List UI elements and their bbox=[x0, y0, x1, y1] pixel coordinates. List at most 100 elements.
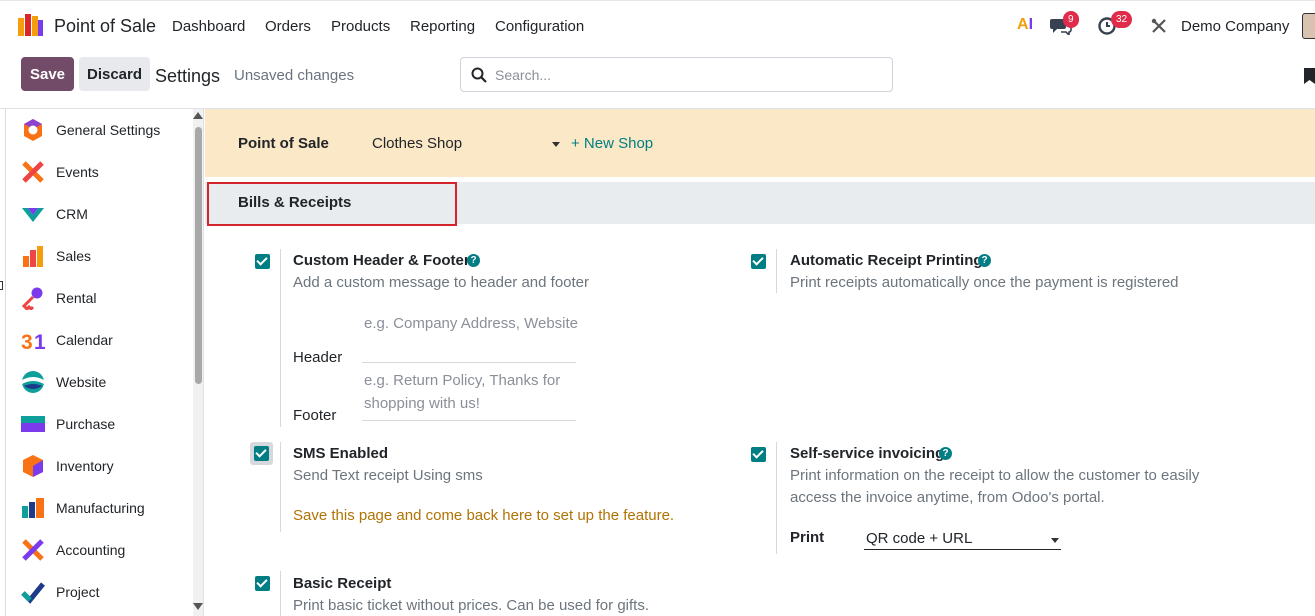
sales-icon bbox=[21, 244, 45, 268]
self-service-invoicing-desc: Print information on the receipt to allo… bbox=[790, 465, 1199, 509]
print-mode-select[interactable]: QR code + URL bbox=[866, 530, 972, 547]
activities-badge: 32 bbox=[1111, 11, 1133, 28]
sms-setup-warning: Save this page and come back here to set… bbox=[293, 507, 675, 524]
rental-icon bbox=[21, 286, 45, 312]
sidebar-item-label: CRM bbox=[56, 206, 88, 222]
option-divider bbox=[776, 442, 777, 554]
nav-reporting[interactable]: Reporting bbox=[410, 18, 475, 35]
basic-receipt-checkbox[interactable] bbox=[255, 576, 270, 591]
company-switcher[interactable]: Demo Company bbox=[1181, 18, 1289, 35]
sidebar-item-label: Accounting bbox=[56, 542, 126, 558]
sidebar-item-inventory[interactable]: Inventory bbox=[6, 445, 191, 487]
automatic-receipt-printing-title: Automatic Receipt Printing bbox=[790, 252, 983, 269]
bookmark-icon[interactable] bbox=[1304, 68, 1315, 87]
shop-select[interactable]: Clothes Shop bbox=[372, 135, 562, 152]
sidebar-item-manufacturing[interactable]: Manufacturing bbox=[6, 487, 191, 529]
sidebar-item-rental[interactable]: Rental bbox=[6, 277, 191, 319]
basic-receipt-title: Basic Receipt bbox=[293, 575, 392, 592]
sidebar-item-calendar[interactable]: 3 1 Calendar bbox=[6, 319, 191, 361]
sidebar-item-website[interactable]: Website bbox=[6, 361, 191, 403]
accounting-icon bbox=[21, 538, 45, 562]
section-highlight-box bbox=[207, 182, 457, 226]
manufacturing-icon bbox=[21, 496, 45, 520]
sidebar-item-accounting[interactable]: Accounting bbox=[6, 529, 191, 571]
new-shop-button[interactable]: + New Shop bbox=[571, 135, 653, 152]
custom-header-footer-checkbox[interactable] bbox=[255, 254, 270, 269]
debug-tools-icon[interactable] bbox=[1150, 17, 1168, 38]
point-of-sale-app-icon[interactable] bbox=[18, 14, 44, 36]
svg-text:3: 3 bbox=[21, 331, 33, 352]
shop-select-caret-icon[interactable] bbox=[552, 142, 560, 147]
print-select-caret-icon[interactable] bbox=[1051, 538, 1059, 543]
header-field-underline bbox=[362, 362, 576, 363]
search-bar[interactable] bbox=[460, 57, 893, 92]
footer-label: Footer bbox=[293, 407, 337, 424]
sidebar-item-sales[interactable]: Sales bbox=[6, 235, 191, 277]
nav-orders[interactable]: Orders bbox=[265, 18, 311, 35]
nav-products[interactable]: Products bbox=[331, 18, 390, 35]
website-icon bbox=[21, 370, 45, 394]
sidebar-item-label: General Settings bbox=[56, 122, 161, 138]
automatic-receipt-printing-checkbox[interactable] bbox=[751, 254, 766, 269]
print-label: Print bbox=[790, 529, 825, 546]
scroll-down-arrow-icon[interactable] bbox=[193, 603, 203, 610]
search-input[interactable] bbox=[495, 65, 875, 85]
self-service-invoicing-checkbox[interactable] bbox=[751, 447, 766, 462]
purchase-icon bbox=[21, 412, 45, 436]
discard-button[interactable]: Discard bbox=[79, 57, 150, 91]
sidebar-item-general-settings[interactable]: General Settings bbox=[6, 109, 191, 151]
sidebar-item-label: Inventory bbox=[56, 458, 114, 474]
app-name[interactable]: Point of Sale bbox=[54, 16, 156, 37]
sidebar-item-crm[interactable]: CRM bbox=[6, 193, 191, 235]
option-divider bbox=[280, 249, 281, 427]
scroll-up-arrow-icon[interactable] bbox=[193, 112, 203, 119]
print-select-underline bbox=[864, 549, 1061, 550]
sidebar-item-events[interactable]: Events bbox=[6, 151, 191, 193]
sidebar-item-project[interactable]: Project bbox=[6, 571, 191, 613]
general-settings-icon bbox=[21, 118, 45, 142]
sidebar-item-label: Project bbox=[56, 584, 100, 600]
messages-badge: 9 bbox=[1063, 11, 1079, 28]
help-icon[interactable]: ? bbox=[467, 254, 480, 267]
nav-dashboard[interactable]: Dashboard bbox=[172, 18, 245, 35]
help-icon[interactable]: ? bbox=[939, 447, 952, 460]
unsaved-status: Unsaved changes bbox=[234, 67, 355, 84]
save-button[interactable]: Save bbox=[21, 57, 74, 91]
footer-field-underline bbox=[362, 420, 576, 421]
top-navbar: Point of Sale Dashboard Orders Products … bbox=[0, 0, 1315, 50]
self-service-invoicing-title: Self-service invoicing bbox=[790, 445, 945, 462]
automatic-receipt-printing-desc: Print receipts automatically once the pa… bbox=[790, 274, 1179, 291]
help-icon[interactable]: ? bbox=[978, 254, 991, 267]
sidebar-item-purchase[interactable]: Purchase bbox=[6, 403, 191, 445]
desc-line: access the invoice anytime, from Odoo's … bbox=[790, 489, 1105, 506]
sidebar-item-label: Events bbox=[56, 164, 99, 180]
page-title: Settings bbox=[155, 66, 221, 86]
shop-selector-label: Point of Sale bbox=[238, 135, 329, 152]
ai-icon[interactable]: AI bbox=[1017, 16, 1033, 34]
nav-configuration[interactable]: Configuration bbox=[495, 18, 584, 35]
sidebar-item-label: Purchase bbox=[56, 416, 116, 432]
footer-textarea[interactable]: e.g. Return Policy, Thanks for shopping … bbox=[364, 369, 560, 415]
desc-line: Print information on the receipt to allo… bbox=[790, 467, 1200, 484]
sidebar-scrollbar-thumb[interactable] bbox=[195, 127, 202, 384]
basic-receipt-desc: Print basic ticket without prices. Can b… bbox=[293, 597, 649, 614]
svg-text:1: 1 bbox=[34, 331, 45, 352]
sidebar-item-label: Manufacturing bbox=[56, 500, 145, 516]
sms-enabled-checkbox[interactable] bbox=[254, 446, 269, 461]
user-avatar[interactable] bbox=[1302, 13, 1315, 39]
events-icon bbox=[21, 160, 45, 184]
sidebar-item-label: Calendar bbox=[56, 332, 113, 348]
option-divider bbox=[280, 571, 281, 616]
custom-header-footer-desc: Add a custom message to header and foote… bbox=[293, 274, 590, 291]
crm-icon bbox=[21, 202, 45, 226]
sidebar-item-label: Sales bbox=[56, 248, 92, 264]
header-label: Header bbox=[293, 349, 343, 366]
option-divider bbox=[776, 249, 777, 293]
sms-enabled-desc: Send Text receipt Using sms bbox=[293, 467, 483, 484]
search-icon bbox=[471, 67, 487, 86]
sms-enabled-title: SMS Enabled bbox=[293, 445, 389, 462]
header-textarea[interactable]: e.g. Company Address, Website bbox=[364, 312, 578, 335]
option-divider bbox=[280, 442, 281, 532]
shop-selector-bar: Point of Sale Clothes Shop + New Shop bbox=[205, 109, 1315, 177]
project-icon bbox=[21, 580, 45, 604]
